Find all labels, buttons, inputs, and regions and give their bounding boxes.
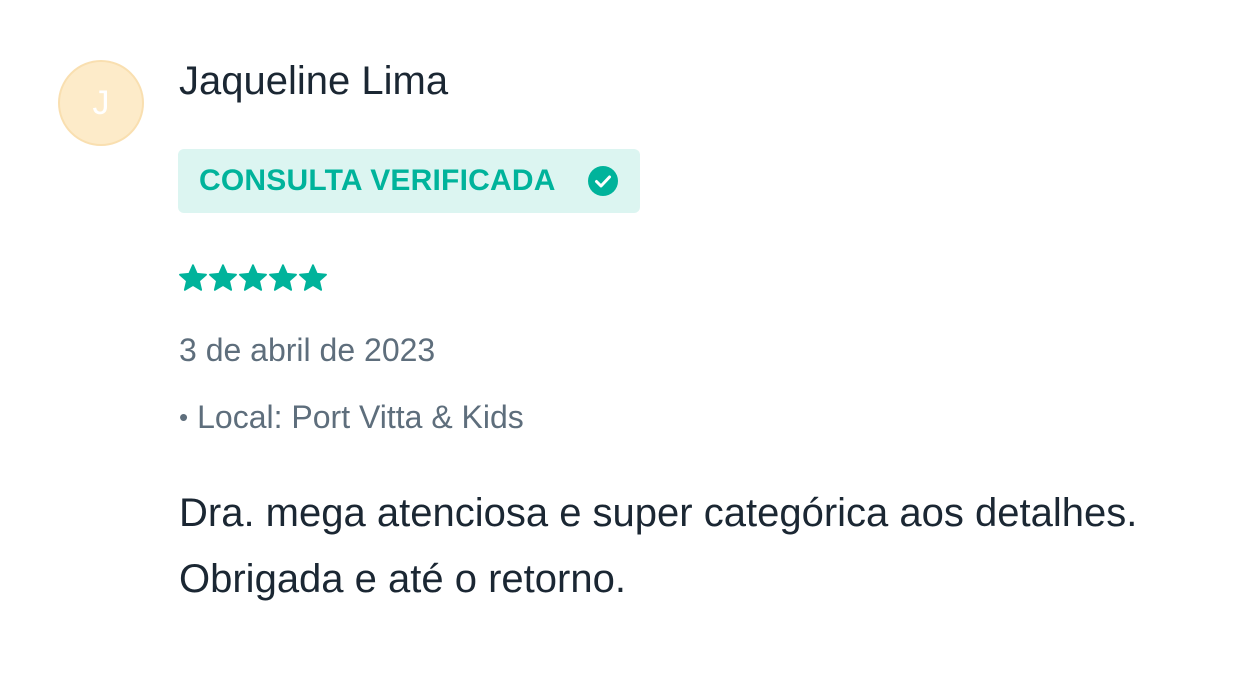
location-bullet: • (179, 402, 189, 432)
star-icon (269, 264, 297, 291)
review-comment: Dra. mega atenciosa e super categórica a… (179, 491, 1138, 601)
star-icon (239, 264, 267, 291)
star-icon (209, 264, 237, 291)
author-name: Jaqueline Lima (179, 59, 449, 103)
star-icon (179, 264, 207, 291)
avatar-initial: J (92, 83, 110, 122)
verified-badge: CONSULTA VERIFICADA (178, 149, 640, 213)
review-location: • Local: Port Vitta & Kids (179, 397, 524, 437)
location-text: Local: Port Vitta & Kids (197, 399, 524, 435)
review-date: 3 de abril de 2023 (179, 332, 436, 368)
check-circle-icon (587, 166, 618, 196)
star-rating (178, 262, 328, 294)
star-icon (299, 264, 327, 291)
verified-badge-label: CONSULTA VERIFICADA (199, 164, 556, 197)
avatar: J (58, 60, 144, 146)
review-card: J Jaqueline Lima CONSULTA VERIFICADA 3 d… (0, 0, 1234, 700)
